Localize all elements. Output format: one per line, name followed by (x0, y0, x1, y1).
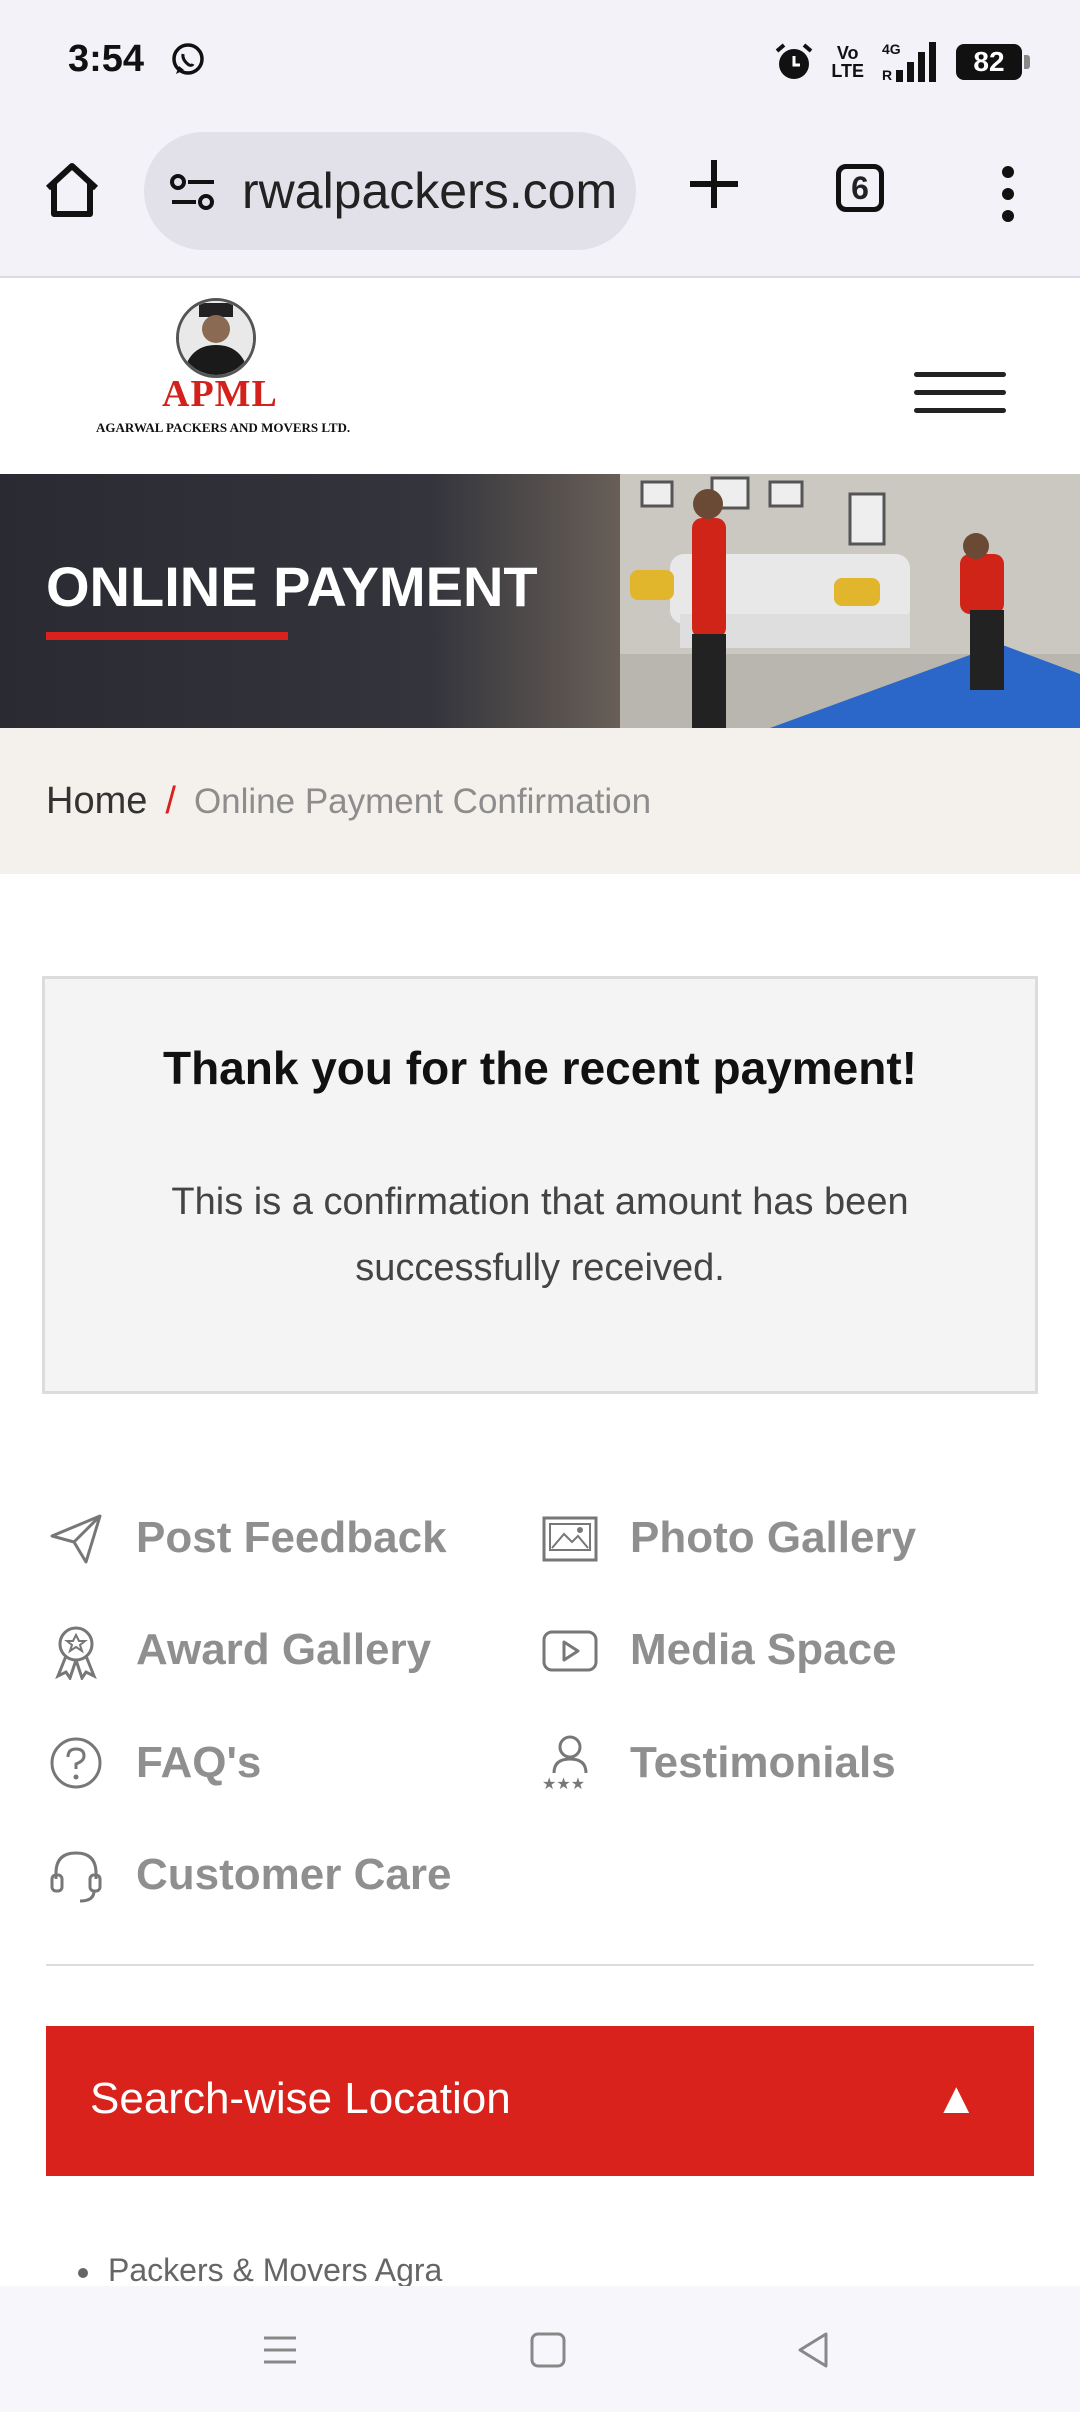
media-space-link[interactable]: Media Space (540, 1614, 897, 1686)
site-settings-icon[interactable] (168, 170, 218, 214)
more-vert-icon[interactable] (994, 164, 1022, 224)
svg-text:★★★: ★★★ (542, 1774, 585, 1793)
confirmation-box: Thank you for the recent payment! This i… (42, 976, 1038, 1394)
breadcrumb-separator: / (165, 780, 176, 822)
faqs-link[interactable]: FAQ's (46, 1727, 261, 1799)
whatsapp-icon (172, 43, 204, 75)
plus-icon[interactable] (686, 156, 742, 212)
battery-icon: 82 (956, 44, 1030, 80)
recents-menu-icon[interactable] (256, 2326, 304, 2374)
logo-portrait (176, 298, 256, 378)
page-banner: ONLINE PAYMENT (0, 474, 1080, 728)
home-icon[interactable] (38, 156, 106, 224)
page-title: ONLINE PAYMENT (46, 555, 538, 618)
play-icon (542, 1630, 598, 1672)
logo[interactable]: APML AGARWAL PACKERS AND MOVERS LTD. (96, 298, 351, 458)
home-square-icon[interactable] (524, 2326, 572, 2374)
collapse-arrow-icon[interactable]: ▲ (934, 2074, 978, 2124)
svg-text:R: R (882, 67, 892, 83)
signal-icon: 4G R (882, 41, 936, 83)
alarm-icon (776, 43, 813, 79)
user-stars-icon: ★★★ (542, 1735, 588, 1793)
post-feedback-link[interactable]: Post Feedback (46, 1502, 447, 1574)
browser-toolbar: rwalpackers.com 6 (0, 126, 1080, 278)
url-text[interactable]: rwalpackers.com (242, 162, 622, 220)
photo-gallery-link[interactable]: Photo Gallery (540, 1502, 916, 1574)
status-time: 3:54 (68, 38, 145, 80)
award-gallery-link[interactable]: Award Gallery (46, 1614, 431, 1686)
search-location-accordion[interactable]: Search-wise Location ▲ (46, 2026, 1034, 2176)
breadcrumb-home-link[interactable]: Home (46, 780, 147, 823)
image-icon (542, 1516, 598, 1562)
breadcrumb: Home / Online Payment Confirmation (0, 728, 1080, 874)
status-icons: Vo LTE 4G R 82 (773, 38, 1030, 86)
volte-indicator: Vo LTE (831, 43, 864, 81)
movers-photo (620, 474, 1080, 728)
system-nav-bar (0, 2286, 1080, 2412)
award-icon (55, 1626, 97, 1680)
logo-text: APML (162, 373, 278, 415)
confirmation-message: This is a confirmation that amount has b… (171, 1181, 909, 1289)
site-header: APML AGARWAL PACKERS AND MOVERS LTD. (0, 278, 1080, 474)
breadcrumb-current: Online Payment Confirmation (193, 781, 652, 821)
location-link[interactable]: Packers & Movers Agra (77, 2252, 442, 2289)
tabs-icon[interactable]: 6 (836, 164, 884, 212)
logo-subtitle: AGARWAL PACKERS AND MOVERS LTD. (96, 420, 351, 435)
customer-care-link[interactable]: Customer Care (46, 1839, 451, 1911)
back-icon[interactable] (790, 2326, 838, 2374)
address-bar[interactable]: rwalpackers.com (144, 132, 636, 250)
paper-plane-icon (50, 1514, 102, 1564)
headset-icon (50, 1851, 102, 1903)
testimonials-link[interactable]: ★★★ Testimonials (540, 1727, 896, 1799)
confirmation-title: Thank you for the recent payment! (162, 1042, 917, 1094)
status-bar: 3:54 Vo LTE 4G R 82 (0, 0, 1080, 126)
accordion-label: Search-wise Location (90, 2074, 511, 2123)
hamburger-menu-icon[interactable] (914, 372, 1006, 414)
title-underline (46, 632, 288, 640)
svg-text:4G: 4G (882, 41, 901, 57)
question-icon (50, 1737, 102, 1789)
divider (46, 1964, 1034, 1966)
